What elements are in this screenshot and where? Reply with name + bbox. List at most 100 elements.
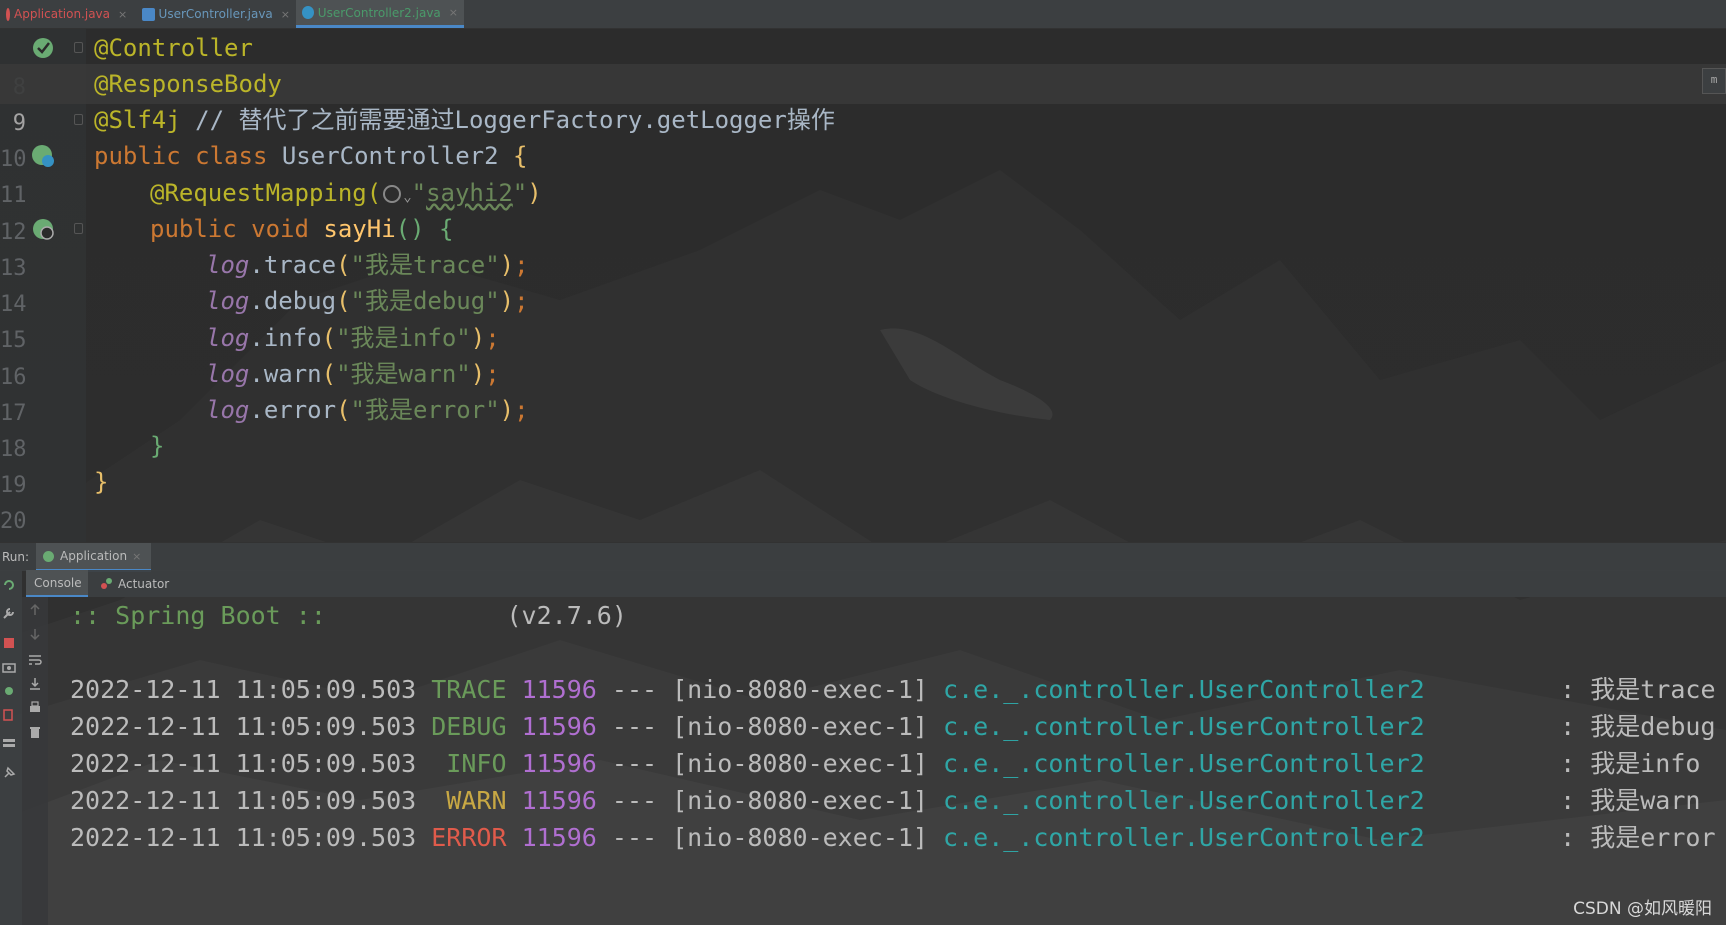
exit-icon[interactable] bbox=[2, 708, 16, 722]
log-pid: 11596 bbox=[521, 749, 597, 778]
class-name: UserController2 bbox=[281, 142, 499, 170]
web-endpoint-gutter-icon[interactable] bbox=[30, 216, 56, 242]
code-line-20[interactable]: 20 } bbox=[0, 462, 1726, 534]
keyword: public void bbox=[150, 215, 309, 243]
scroll-to-end-icon[interactable] bbox=[28, 677, 42, 691]
log-thread: --- [nio-8080-exec-1] bbox=[611, 823, 928, 852]
code-line-15[interactable]: 15 log.debug("我是debug"); bbox=[0, 281, 1726, 353]
annotation-slf4j: @Slf4j bbox=[94, 106, 181, 134]
log-logger[interactable]: c.e._.controller.UserController2 bbox=[943, 786, 1425, 815]
log-message: "我是error" bbox=[350, 396, 500, 424]
tab-usercontroller2-java[interactable]: UserController2.java × bbox=[296, 0, 464, 28]
code-line-14[interactable]: 14 log.trace("我是trace"); bbox=[0, 245, 1726, 317]
arrow-down-icon[interactable] bbox=[28, 627, 42, 641]
log-logger[interactable]: c.e._.controller.UserController2 bbox=[943, 749, 1425, 778]
code-editor[interactable]: m 8 @Controller 9 @ResponseBody 10 @Slf4… bbox=[0, 28, 1726, 542]
log-logger[interactable]: c.e._.controller.UserController2 bbox=[943, 712, 1425, 741]
code-line-13[interactable]: 13 public void sayHi() { bbox=[0, 209, 1726, 281]
method-name: sayHi bbox=[323, 215, 396, 243]
log-message: "我是debug" bbox=[350, 287, 500, 315]
close-icon[interactable]: × bbox=[118, 8, 127, 21]
close-icon[interactable]: × bbox=[132, 550, 141, 563]
actuator-icon bbox=[101, 578, 112, 589]
log-message: : 我是warn bbox=[1560, 786, 1701, 815]
log-timestamp: 2022-12-11 11:05:09.503 bbox=[70, 675, 417, 704]
log-message: : 我是info bbox=[1560, 749, 1701, 778]
closing-brace: } bbox=[150, 432, 165, 460]
log-field: log bbox=[206, 360, 250, 388]
log-logger[interactable]: c.e._.controller.UserController2 bbox=[943, 823, 1425, 852]
code-line-18[interactable]: 18 log.error("我是error"); bbox=[0, 390, 1726, 462]
globe-icon[interactable] bbox=[383, 185, 402, 203]
spring-class-icon bbox=[6, 7, 10, 21]
fold-marker[interactable] bbox=[74, 42, 83, 53]
log-level: ERROR bbox=[431, 823, 507, 852]
log-line: 2022-12-11 11:05:09.503 INFO 11596 --- [… bbox=[70, 747, 1700, 781]
inspection-marker[interactable]: m bbox=[1702, 68, 1726, 94]
run-label: Run: bbox=[2, 550, 30, 564]
soft-wrap-icon[interactable] bbox=[28, 653, 42, 667]
log-field: log bbox=[206, 324, 250, 352]
log-line: 2022-12-11 11:05:09.503 WARN 11596 --- [… bbox=[70, 784, 1700, 818]
class-icon bbox=[302, 6, 314, 19]
pin-icon[interactable] bbox=[2, 766, 16, 780]
log-level: DEBUG bbox=[431, 712, 507, 741]
log-timestamp: 2022-12-11 11:05:09.503 bbox=[70, 786, 417, 815]
code-line-10[interactable]: 10 @Slf4j // 替代了之前需要通过LoggerFactory.getL… bbox=[0, 100, 1726, 172]
fold-marker[interactable] bbox=[74, 114, 83, 125]
log-level: WARN bbox=[431, 786, 507, 815]
code-line-11[interactable]: 11 public class UserController2 { bbox=[0, 136, 1726, 208]
log-level: TRACE bbox=[431, 675, 507, 704]
spring-bean-gutter-icon[interactable] bbox=[30, 143, 56, 169]
tab-label: Actuator bbox=[118, 576, 170, 591]
editor-tab-bar: Application.java × UserController.java ×… bbox=[0, 0, 1726, 29]
paren: ) bbox=[527, 179, 542, 207]
watermark: CSDN @如风暖阳 bbox=[1573, 899, 1712, 919]
close-icon[interactable]: × bbox=[281, 8, 290, 21]
log-pid: 11596 bbox=[521, 823, 597, 852]
layout-icon[interactable] bbox=[2, 736, 16, 750]
chevron-down-icon[interactable]: ⌄ bbox=[403, 189, 411, 205]
code-line-8[interactable]: 8 @Controller bbox=[0, 28, 1726, 100]
stop-icon[interactable] bbox=[2, 636, 16, 650]
camera-icon[interactable] bbox=[2, 660, 16, 674]
code-line-16[interactable]: 16 log.info("我是info"); bbox=[0, 318, 1726, 390]
debug-icon[interactable] bbox=[2, 684, 16, 698]
tab-application-java[interactable]: Application.java × bbox=[0, 0, 132, 28]
print-icon[interactable] bbox=[28, 701, 42, 715]
spring-bean-gutter-icon[interactable] bbox=[30, 35, 56, 61]
code-line-17[interactable]: 17 log.warn("我是warn"); bbox=[0, 354, 1726, 426]
log-message: "我是trace" bbox=[350, 251, 500, 279]
mapping-url[interactable]: sayhi2 bbox=[426, 179, 513, 207]
code-text: @Controller bbox=[94, 34, 253, 62]
console-output[interactable]: :: Spring Boot :: (v2.7.6) 2022-12-11 11… bbox=[48, 597, 1726, 925]
log-logger[interactable]: c.e._.controller.UserController2 bbox=[943, 675, 1425, 704]
log-method: info bbox=[263, 324, 322, 352]
log-thread: --- [nio-8080-exec-1] bbox=[611, 749, 928, 778]
code-line-9[interactable]: 9 @ResponseBody bbox=[0, 64, 1726, 136]
fold-marker[interactable] bbox=[74, 223, 83, 234]
log-line: 2022-12-11 11:05:09.503 DEBUG 11596 --- … bbox=[70, 710, 1716, 744]
close-icon[interactable]: × bbox=[449, 6, 458, 19]
rerun-icon[interactable] bbox=[2, 578, 16, 592]
run-tab-application[interactable]: Application × bbox=[36, 543, 152, 572]
annotation-requestmapping: @RequestMapping( bbox=[150, 179, 382, 207]
code-line-12[interactable]: 12 @RequestMapping(⌄"sayhi2") bbox=[0, 173, 1726, 245]
log-field: log bbox=[206, 396, 250, 424]
wrench-icon[interactable] bbox=[2, 606, 16, 620]
tab-label: UserController2.java bbox=[317, 5, 441, 20]
tab-usercontroller-java[interactable]: UserController.java × bbox=[136, 0, 296, 28]
log-message: : 我是error bbox=[1560, 823, 1716, 852]
run-subtab-bar: Console Actuator bbox=[26, 570, 1726, 597]
keyword: public class bbox=[94, 142, 268, 170]
tab-label: Application.java bbox=[14, 7, 111, 21]
code-line-19[interactable]: 19 } bbox=[0, 426, 1726, 498]
tab-actuator[interactable]: Actuator bbox=[92, 570, 192, 597]
trash-icon[interactable] bbox=[28, 725, 42, 739]
log-pid: 11596 bbox=[521, 675, 597, 704]
arrow-up-icon[interactable] bbox=[28, 603, 42, 617]
code-comment: // 替代了之前需要通过LoggerFactory.getLogger操作 bbox=[195, 106, 835, 134]
tab-console[interactable]: Console bbox=[26, 570, 88, 597]
tab-label: UserController.java bbox=[158, 7, 273, 21]
log-message: "我是warn" bbox=[336, 360, 471, 388]
